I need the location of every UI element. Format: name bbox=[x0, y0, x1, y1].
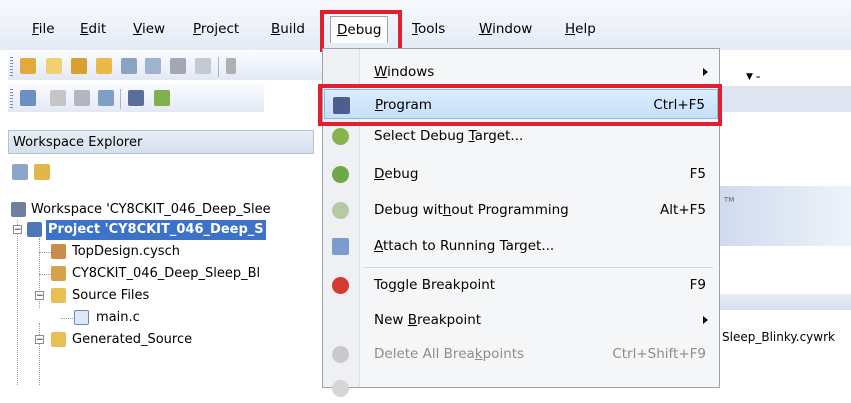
tree-line bbox=[39, 323, 40, 385]
menu-view[interactable]: View bbox=[133, 18, 165, 40]
debug-toolbar bbox=[8, 84, 264, 112]
menu-bar: File Edit View Project Build Debug Tools… bbox=[0, 0, 851, 50]
save-all-icon[interactable] bbox=[145, 58, 161, 74]
open-folder-icon[interactable] bbox=[96, 58, 112, 74]
tree-line bbox=[39, 252, 51, 253]
attach-target-icon bbox=[332, 238, 349, 255]
start-page-banner bbox=[720, 186, 851, 246]
submenu-arrow-icon bbox=[703, 316, 708, 324]
collapse-icon[interactable]: − bbox=[13, 225, 22, 235]
new-file-icon[interactable] bbox=[46, 58, 62, 74]
workspace-tree: Workspace 'CY8CKIT_046_Deep_Slee − Proje… bbox=[8, 188, 314, 385]
menu-item-cut-off bbox=[324, 373, 718, 403]
workspace-explorer-toolbar bbox=[8, 158, 314, 186]
device-icon[interactable] bbox=[98, 90, 114, 106]
new-project-icon[interactable] bbox=[20, 58, 36, 74]
chevron-down-icon[interactable]: ▼ ₌ bbox=[746, 72, 761, 82]
trademark-mark: TM bbox=[724, 196, 735, 204]
build-icon[interactable] bbox=[20, 90, 36, 106]
debug-dropdown-menu: Windows Program Ctrl+F5 Select Debug Tar… bbox=[322, 48, 720, 397]
settings-file-icon bbox=[51, 266, 66, 281]
toolbar-grip[interactable] bbox=[10, 89, 13, 109]
submenu-arrow-icon bbox=[703, 68, 708, 76]
cut-icon[interactable] bbox=[226, 58, 236, 74]
debug-bug-icon bbox=[332, 166, 349, 183]
tree-line bbox=[61, 318, 73, 319]
editor-area bbox=[720, 112, 851, 385]
print-preview-icon[interactable] bbox=[195, 58, 211, 74]
breakpoint-icon bbox=[332, 380, 349, 397]
toolbar-grip[interactable] bbox=[10, 57, 13, 77]
settings-icon[interactable] bbox=[74, 90, 90, 106]
menu-item-program[interactable]: Program Ctrl+F5 bbox=[324, 89, 718, 119]
menu-build[interactable]: Build bbox=[271, 18, 305, 40]
menu-item-toggle-breakpoint[interactable]: Toggle Breakpoint F9 bbox=[324, 270, 718, 300]
menu-file[interactable]: File bbox=[32, 18, 55, 40]
delete-breakpoints-icon bbox=[332, 346, 349, 363]
workspace-icon bbox=[11, 202, 26, 217]
menu-item-delete-all-breakpoints[interactable]: Delete All Breakpoints Ctrl+Shift+F9 bbox=[324, 339, 718, 369]
toolbar-combo[interactable] bbox=[720, 66, 736, 86]
document-tab-strip bbox=[720, 86, 851, 112]
menu-item-debug-without-programming[interactable]: Debug without Programming Alt+F5 bbox=[324, 195, 718, 225]
tree-line bbox=[39, 274, 51, 275]
menu-project[interactable]: Project bbox=[193, 18, 239, 40]
menu-item-attach-to-running-target[interactable]: Attach to Running Target... bbox=[324, 231, 718, 261]
save-icon[interactable] bbox=[121, 58, 137, 74]
folder-icon bbox=[51, 332, 66, 347]
schematic-icon bbox=[51, 244, 66, 259]
project-icon bbox=[27, 222, 42, 237]
debug-no-program-bug-icon bbox=[332, 202, 349, 219]
menu-edit[interactable]: Edit bbox=[80, 18, 106, 40]
menu-separator bbox=[363, 267, 713, 268]
debug-bug-icon[interactable] bbox=[154, 90, 170, 106]
toolbar-separator bbox=[218, 57, 219, 77]
c-file-icon bbox=[74, 310, 89, 325]
collapse-icon[interactable]: − bbox=[35, 335, 44, 345]
menu-tools[interactable]: Tools bbox=[412, 18, 445, 40]
program-chip-icon[interactable] bbox=[128, 90, 144, 106]
add-item-icon[interactable] bbox=[71, 58, 87, 74]
toolbar-separator bbox=[120, 89, 121, 109]
folder-icon bbox=[51, 288, 66, 303]
program-chip-icon bbox=[333, 97, 350, 114]
workspace-explorer-title: Workspace Explorer bbox=[8, 130, 314, 154]
add-project-icon[interactable] bbox=[12, 164, 28, 180]
menu-debug[interactable]: Debug bbox=[330, 16, 389, 43]
select-target-bug-icon bbox=[332, 128, 349, 145]
start-page-band bbox=[720, 294, 851, 310]
menu-item-select-debug-target[interactable]: Select Debug Target... bbox=[324, 121, 718, 151]
menu-item-windows[interactable]: Windows bbox=[324, 57, 718, 87]
tree-line bbox=[17, 220, 18, 385]
recent-file-link[interactable]: Sleep_Blinky.cywrk bbox=[722, 330, 835, 344]
menu-item-debug[interactable]: Debug F5 bbox=[324, 159, 718, 189]
folder-view-icon[interactable] bbox=[34, 164, 50, 180]
print-icon[interactable] bbox=[170, 58, 186, 74]
clean-icon[interactable] bbox=[50, 90, 66, 106]
collapse-icon[interactable]: − bbox=[35, 291, 44, 301]
standard-toolbar bbox=[8, 52, 322, 80]
menu-help[interactable]: Help bbox=[565, 18, 596, 40]
menu-item-new-breakpoint[interactable]: New Breakpoint bbox=[324, 305, 718, 335]
menu-window[interactable]: Window bbox=[479, 18, 532, 40]
breakpoint-icon bbox=[332, 277, 349, 294]
